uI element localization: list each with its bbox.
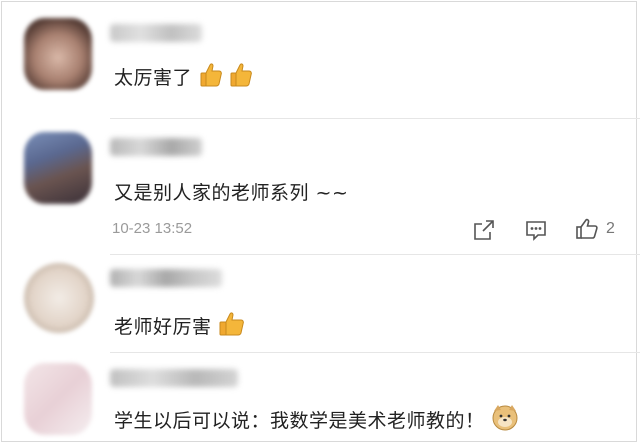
reply-icon[interactable] — [524, 218, 548, 242]
username[interactable] — [110, 269, 222, 287]
thumbs-up-icon — [229, 62, 253, 93]
divider — [110, 118, 640, 119]
username[interactable] — [110, 24, 202, 42]
comment-text-row: 太厉害了 — [114, 62, 253, 93]
comment-text: 学生以后可以说：我数学是美术老师教的！ — [114, 410, 485, 432]
avatar[interactable] — [24, 18, 92, 90]
avatar[interactable] — [24, 263, 94, 333]
comment-item: 太厉害了 — [2, 2, 640, 120]
avatar[interactable] — [24, 132, 92, 204]
username[interactable] — [110, 138, 202, 156]
comment-text: 又是别人家的老师系列 ~~ — [114, 182, 349, 204]
comment-item: 又是别人家的老师系列 ~~ 10-23 13:52 2 — [2, 120, 640, 255]
avatar[interactable] — [24, 363, 92, 435]
comment-item: 老师好厉害 — [2, 255, 640, 353]
comment-item: 学生以后可以说：我数学是美术老师教的！ — [2, 353, 640, 443]
like-count: 2 — [606, 220, 615, 237]
username[interactable] — [110, 369, 238, 387]
comment-list: 太厉害了 又是别人家的老师系列 ~~ 10-23 13:52 2 老师好厉害 学… — [1, 1, 640, 443]
thumbs-up-icon — [218, 311, 246, 342]
thumbs-up-icon — [199, 62, 223, 93]
comment-text: 太厉害了 — [114, 67, 193, 89]
comment-text: 老师好厉害 — [114, 316, 212, 338]
timestamp: 10-23 13:52 — [112, 220, 193, 237]
comment-text-row: 老师好厉害 — [114, 311, 246, 342]
share-icon[interactable] — [472, 218, 496, 242]
doge-face-icon — [491, 403, 519, 436]
comment-text-row: 学生以后可以说：我数学是美术老师教的！ — [114, 403, 519, 436]
thumbs-up-outline-icon[interactable] — [575, 217, 599, 241]
